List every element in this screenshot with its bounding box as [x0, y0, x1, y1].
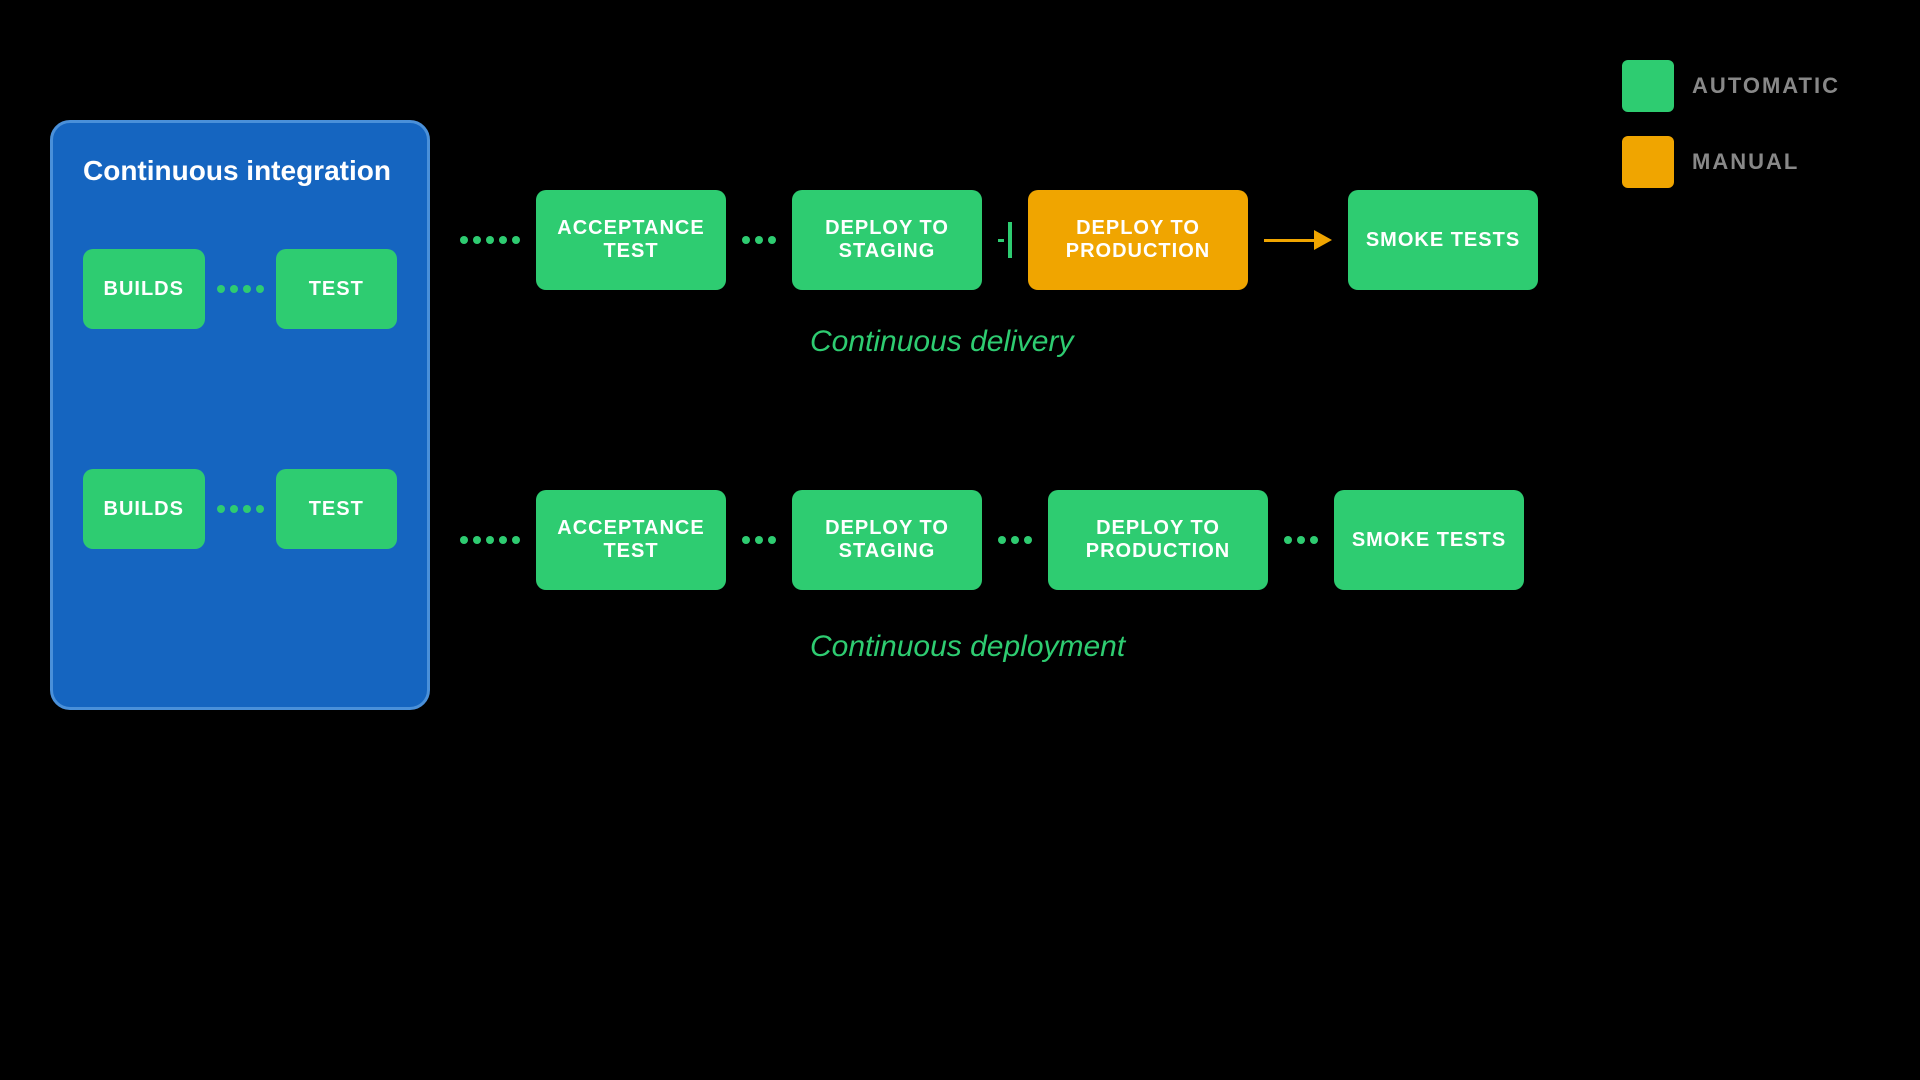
deployment-acceptance-test: ACCEPTANCE TEST	[536, 490, 726, 590]
dot	[243, 285, 251, 293]
legend-automatic: AUTOMATIC	[1622, 60, 1840, 112]
deployment-smoke-tests: SMOKE TESTS	[1334, 490, 1524, 590]
deployment-dots-3	[1284, 536, 1318, 544]
deployment-ci-connector	[460, 536, 520, 544]
delivery-ci-connector	[460, 236, 520, 244]
dot	[473, 236, 481, 244]
dot	[742, 536, 750, 544]
dot	[768, 536, 776, 544]
deployment-dots-1	[742, 536, 776, 544]
delivery-row: ACCEPTANCE TEST DEPLOY TO STAGING DEPLOY…	[460, 190, 1538, 290]
manual-label: MANUAL	[1692, 149, 1799, 175]
orange-arrow	[1264, 230, 1332, 250]
dot	[217, 505, 225, 513]
automatic-icon	[1622, 60, 1674, 112]
deployment-dots-2	[998, 536, 1032, 544]
legend-manual: MANUAL	[1622, 136, 1840, 188]
dot	[755, 536, 763, 544]
stop-dash	[998, 239, 1004, 242]
delivery-acceptance-test: ACCEPTANCE TEST	[536, 190, 726, 290]
dot	[460, 536, 468, 544]
dot	[1011, 536, 1019, 544]
dot	[499, 236, 507, 244]
dot	[755, 236, 763, 244]
dot	[486, 536, 494, 544]
dot	[486, 236, 494, 244]
ci-row-1: BUILDS TEST	[83, 249, 397, 329]
dot	[230, 285, 238, 293]
dot	[256, 285, 264, 293]
dot	[512, 536, 520, 544]
ci-dots-1	[217, 285, 264, 293]
deployment-deploy-production: DEPLOY TO PRODUCTION	[1048, 490, 1268, 590]
dot	[217, 285, 225, 293]
manual-stop-indicator	[998, 222, 1012, 258]
delivery-deploy-production: DEPLOY TO PRODUCTION	[1028, 190, 1248, 290]
ci-dots-2	[217, 505, 264, 513]
dot	[998, 536, 1006, 544]
dot	[1284, 536, 1292, 544]
automatic-label: AUTOMATIC	[1692, 73, 1840, 99]
legend: AUTOMATIC MANUAL	[1622, 60, 1840, 188]
arrow-line	[1264, 239, 1314, 242]
delivery-smoke-tests: SMOKE TESTS	[1348, 190, 1538, 290]
ci-builds-2: BUILDS	[83, 469, 205, 549]
arrow-head	[1314, 230, 1332, 250]
dot	[768, 236, 776, 244]
ci-row-2: BUILDS TEST	[83, 469, 397, 549]
dot	[512, 236, 520, 244]
dot	[256, 505, 264, 513]
dot	[460, 236, 468, 244]
delivery-label: Continuous delivery	[810, 325, 1073, 359]
stop-bar	[1008, 222, 1012, 258]
ci-container: Continuous integration BUILDS TEST BUILD…	[50, 120, 430, 710]
ci-builds-1: BUILDS	[83, 249, 205, 329]
ci-test-1: TEST	[276, 249, 398, 329]
dot	[499, 536, 507, 544]
delivery-dots-1	[742, 236, 776, 244]
manual-icon	[1622, 136, 1674, 188]
deployment-row: ACCEPTANCE TEST DEPLOY TO STAGING DEPLOY…	[460, 490, 1524, 590]
dot	[742, 236, 750, 244]
ci-test-2: TEST	[276, 469, 398, 549]
delivery-deploy-staging: DEPLOY TO STAGING	[792, 190, 982, 290]
dot	[243, 505, 251, 513]
dot	[473, 536, 481, 544]
dot	[1310, 536, 1318, 544]
deployment-deploy-staging: DEPLOY TO STAGING	[792, 490, 982, 590]
dot	[1024, 536, 1032, 544]
ci-title: Continuous integration	[83, 153, 397, 189]
dot	[1297, 536, 1305, 544]
deployment-label: Continuous deployment	[810, 630, 1125, 664]
dot	[230, 505, 238, 513]
